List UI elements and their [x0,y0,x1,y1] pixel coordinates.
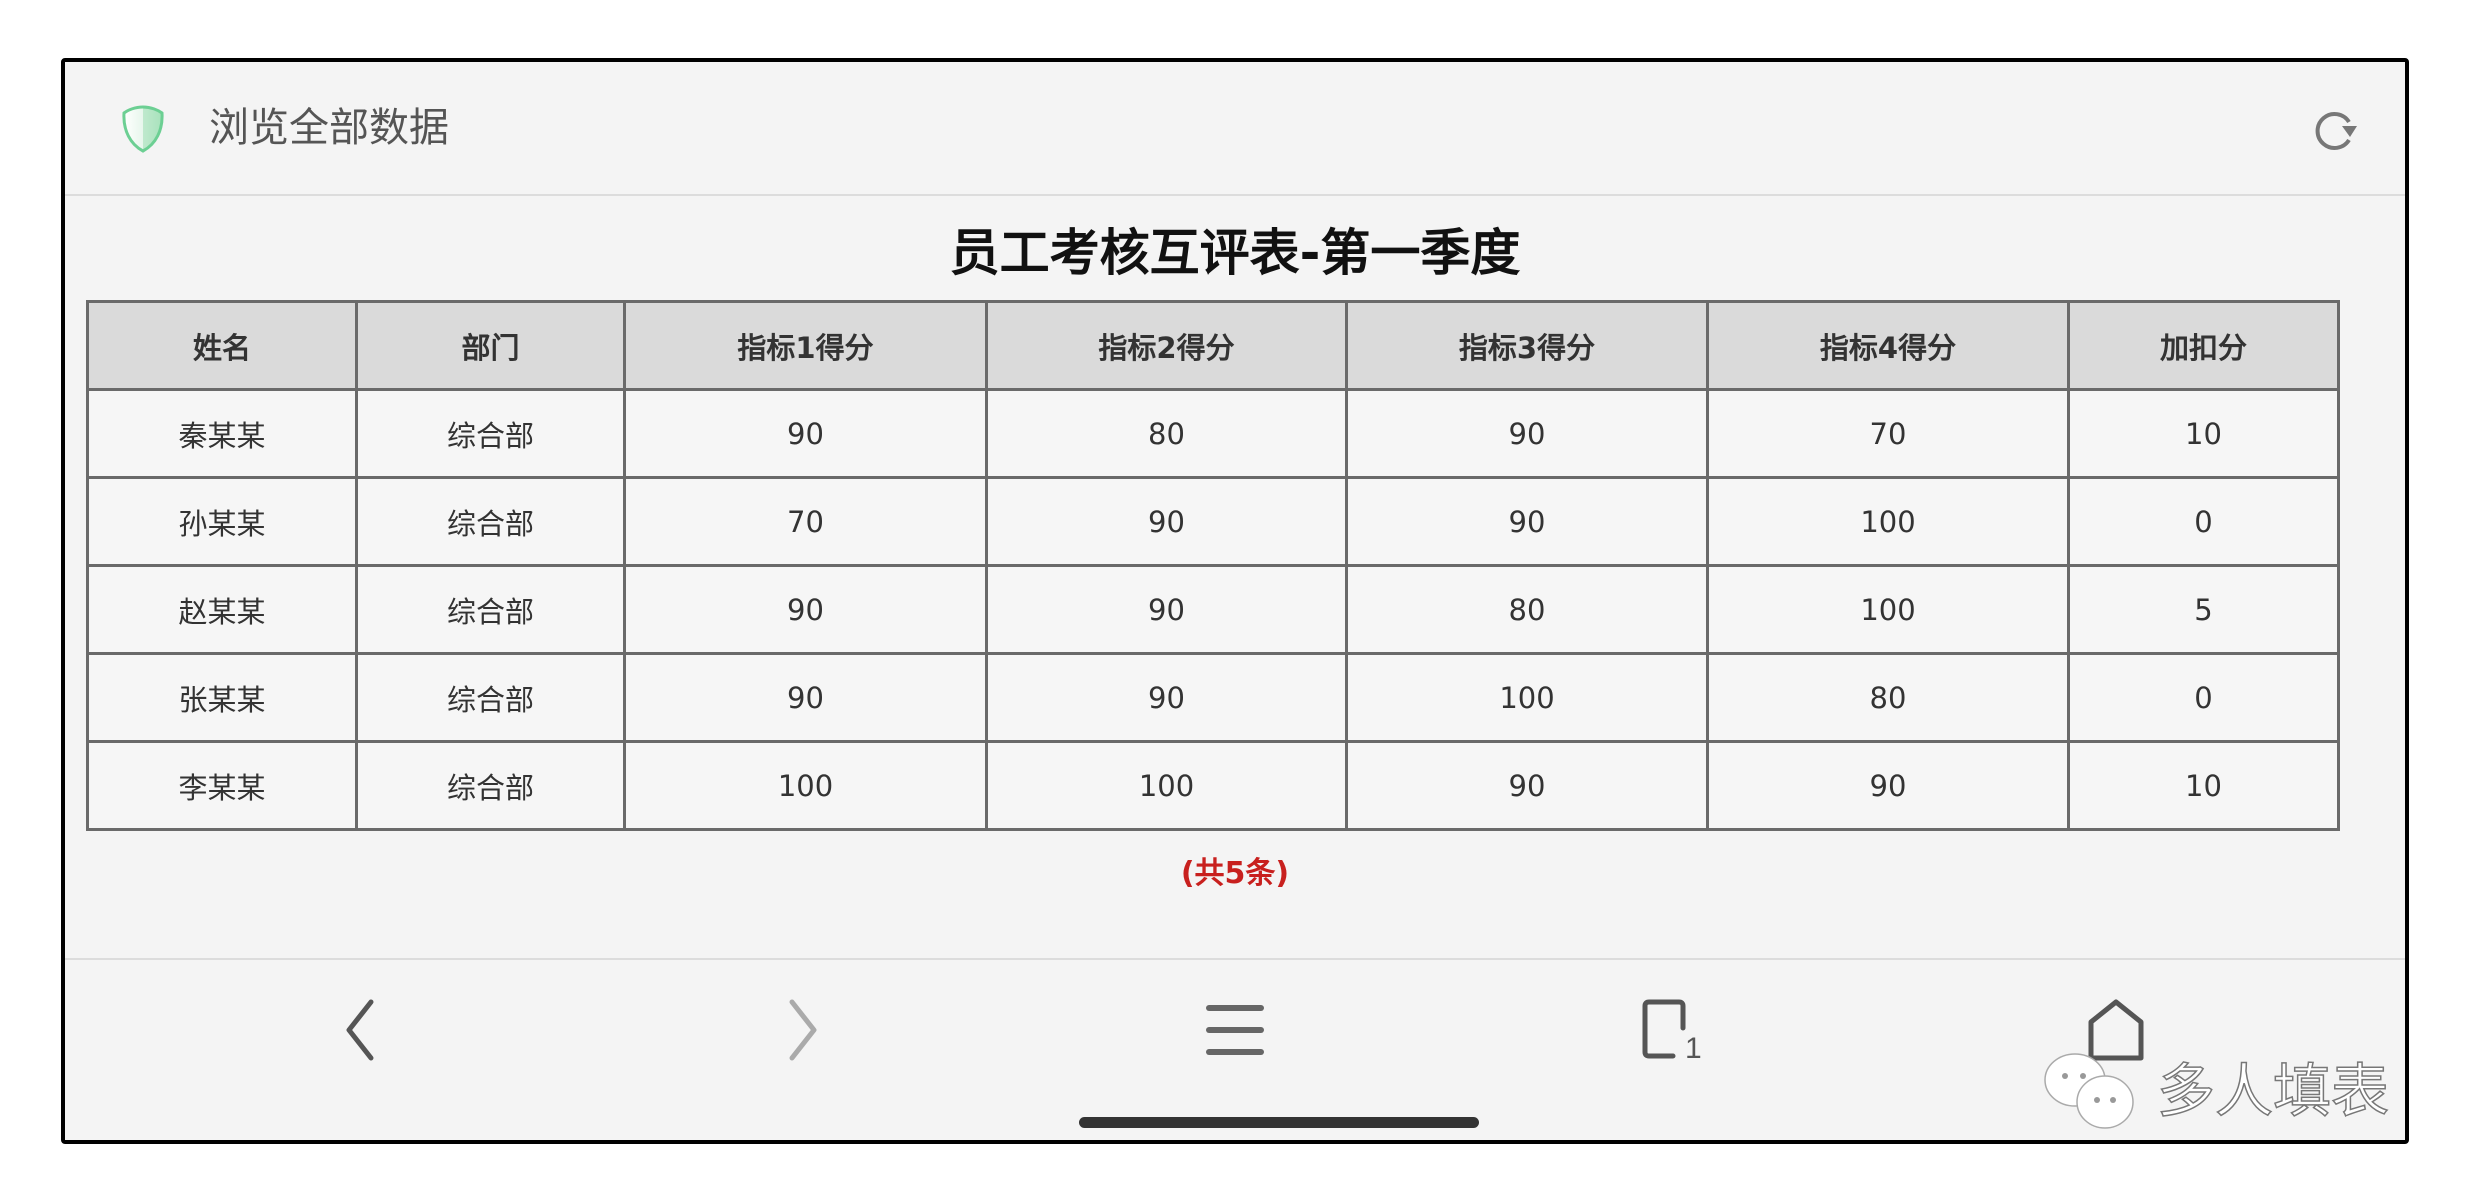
cell-name: 秦某某 [86,388,358,479]
forward-button[interactable] [759,990,849,1070]
shield-icon [122,105,164,153]
cell-metric-1: 70 [623,476,988,567]
tabs-count: 1 [1685,1032,1702,1062]
watermark: 多人填表 [2039,1046,2390,1136]
cell-metric-1: 90 [623,652,988,743]
cell-metric-3: 90 [1345,476,1709,567]
cell-metric-3: 100 [1345,652,1709,743]
cell-metric-3: 90 [1345,740,1709,831]
tabs-button[interactable]: 1 [1626,990,1716,1070]
table-header-row: 姓名 部门 指标1得分 指标2得分 指标3得分 指标4得分 加扣分 [86,300,2340,391]
cell-name: 张某某 [86,652,358,743]
cell-metric-4: 90 [1706,740,2070,831]
cell-adjustment: 0 [2067,652,2340,743]
column-header-department: 部门 [355,300,626,391]
cell-adjustment: 0 [2067,476,2340,567]
data-table: 姓名 部门 指标1得分 指标2得分 指标3得分 指标4得分 加扣分 秦某某 综合… [86,300,2340,831]
cell-department: 综合部 [355,652,626,743]
cell-department: 综合部 [355,476,626,567]
cell-adjustment: 5 [2067,564,2340,655]
column-header-name: 姓名 [86,300,358,391]
column-header-metric-3: 指标3得分 [1345,300,1709,391]
menu-icon [1206,1005,1264,1055]
table-row[interactable]: 秦某某 综合部 90 80 90 70 10 [86,388,2340,479]
cell-metric-3: 90 [1345,388,1709,479]
cell-metric-2: 90 [985,476,1348,567]
cell-name: 李某某 [86,740,358,831]
cell-metric-3: 80 [1345,564,1709,655]
table-row[interactable]: 赵某某 综合部 90 90 80 100 5 [86,564,2340,655]
back-button[interactable] [314,990,404,1070]
bottom-nav-bar: 1 多人填表 [65,958,2405,1140]
menu-button[interactable] [1190,990,1280,1070]
cell-adjustment: 10 [2067,388,2340,479]
cell-metric-1: 90 [623,564,988,655]
table-row[interactable]: 孙某某 综合部 70 90 90 100 0 [86,476,2340,567]
cell-metric-2: 100 [985,740,1348,831]
cell-department: 综合部 [355,388,626,479]
cell-metric-2: 90 [985,652,1348,743]
table-row[interactable]: 张某某 综合部 90 90 100 80 0 [86,652,2340,743]
home-indicator[interactable] [1079,1117,1479,1128]
cell-metric-2: 90 [985,564,1348,655]
tabs-icon: 1 [1642,999,1702,1062]
record-count: (共5条) [1180,856,1290,891]
watermark-text: 多人填表 [2156,1056,2390,1126]
column-header-metric-2: 指标2得分 [985,300,1348,391]
cell-metric-4: 70 [1706,388,2070,479]
cell-department: 综合部 [355,564,626,655]
cell-metric-1: 90 [623,388,988,479]
cell-metric-4: 100 [1706,564,2070,655]
cell-metric-1: 100 [623,740,988,831]
chevron-right-icon [789,999,817,1061]
table-row[interactable]: 李某某 综合部 100 100 90 90 10 [86,740,2340,831]
cell-metric-4: 80 [1706,652,2070,743]
page-title: 浏览全部数据 [209,105,449,151]
cell-metric-2: 80 [985,388,1348,479]
cell-metric-4: 100 [1706,476,2070,567]
cell-adjustment: 10 [2067,740,2340,831]
cell-name: 孙某某 [86,476,358,567]
sheet-title: 员工考核互评表-第一季度 [949,224,1521,282]
chevron-left-icon [346,999,374,1061]
column-header-adjustment: 加扣分 [2067,300,2340,391]
browser-frame: 浏览全部数据 员工考核互评表-第一季度 姓名 部门 指标1得分 指标2得分 指标… [61,58,2409,1144]
cell-department: 综合部 [355,740,626,831]
wechat-icon [2044,1053,2134,1129]
top-bar: 浏览全部数据 [65,62,2405,196]
column-header-metric-4: 指标4得分 [1706,300,2070,391]
refresh-icon[interactable] [2311,106,2361,156]
cell-name: 赵某某 [86,564,358,655]
column-header-metric-1: 指标1得分 [623,300,988,391]
